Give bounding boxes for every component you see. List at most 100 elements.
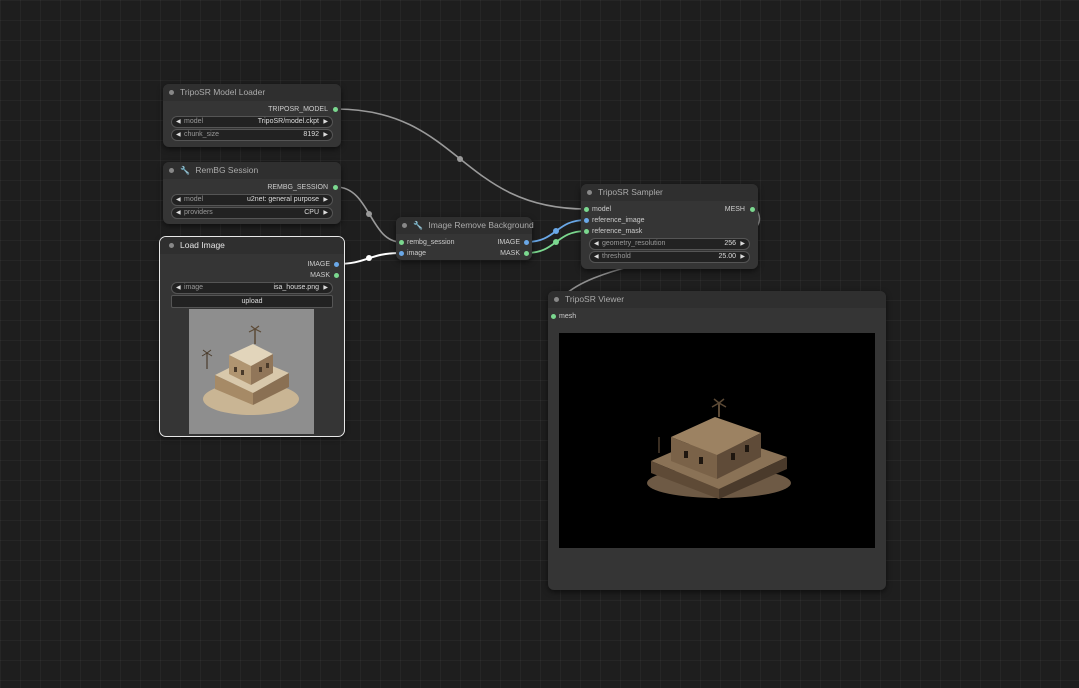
input-label-model: model [592, 206, 612, 213]
output-port-triposr-model[interactable] [333, 107, 338, 112]
output-port-mesh[interactable] [750, 207, 755, 212]
widget-value: 256 [724, 240, 736, 247]
node-title-bar[interactable]: 🔧 RemBG Session [163, 162, 341, 179]
widget-label: geometry_resolution [602, 240, 666, 247]
input-port-image[interactable] [399, 251, 404, 256]
output-label-image: IMAGE [307, 261, 330, 268]
arrow-left-icon[interactable]: ◀ [176, 130, 181, 140]
arrow-right-icon[interactable]: ▶ [740, 252, 745, 262]
arrow-right-icon[interactable]: ▶ [323, 195, 328, 205]
output-label-image: IMAGE [497, 239, 520, 246]
wire-midpoint [457, 156, 463, 162]
wrench-icon: 🔧 [180, 166, 190, 175]
widget-label: model [184, 118, 204, 125]
wire-model-to-sampler [335, 108, 587, 210]
input-label-rembg-session: rembg_session [407, 239, 455, 246]
arrow-right-icon[interactable]: ▶ [740, 239, 745, 249]
widget-model[interactable]: ◀ model u2net: general purpose ▶ [171, 194, 333, 206]
collapse-dot-icon[interactable] [554, 297, 559, 302]
arrow-left-icon[interactable]: ◀ [176, 117, 181, 127]
input-port-mesh[interactable] [551, 314, 556, 319]
output-port-mask[interactable] [524, 251, 529, 256]
mesh-render-graphic [647, 398, 791, 499]
widget-label: chunk_size [184, 131, 220, 138]
input-label-mesh: mesh [559, 313, 577, 320]
output-port-image[interactable] [334, 262, 339, 267]
widget-model[interactable]: ◀ model TripoSR/model.ckpt ▶ [171, 116, 333, 128]
wire-mask-to-sampler [526, 230, 587, 254]
input-label-image: image [407, 250, 427, 257]
wire-rembg-to-removebg [335, 186, 402, 243]
node-title-bar[interactable]: Load Image [160, 237, 344, 254]
image-preview [189, 309, 314, 434]
arrow-left-icon[interactable]: ◀ [594, 239, 599, 249]
widget-value: 8192 [303, 131, 319, 138]
wire-midpoint [366, 255, 372, 261]
collapse-dot-icon[interactable] [402, 223, 407, 228]
widget-value: TripoSR/model.ckpt [257, 118, 319, 125]
node-title-bar[interactable]: TripoSR Sampler [581, 184, 758, 201]
widget-geometry-resolution[interactable]: ◀ geometry_resolution 256 ▶ [589, 238, 750, 250]
arrow-left-icon[interactable]: ◀ [176, 208, 181, 218]
output-label-mesh: MESH [724, 206, 745, 213]
arrow-left-icon[interactable]: ◀ [176, 195, 181, 205]
collapse-dot-icon[interactable] [169, 90, 174, 95]
node-title: Image Remove Background [428, 220, 534, 230]
widget-value: CPU [304, 209, 319, 216]
widget-value: 25.00 [718, 253, 736, 260]
node-title-bar[interactable]: TripoSR Viewer [548, 291, 886, 308]
input-port-reference-image[interactable] [584, 218, 589, 223]
widget-chunk-size[interactable]: ◀ chunk_size 8192 ▶ [171, 129, 333, 141]
node-title: TripoSR Sampler [598, 187, 663, 197]
node-triposr-viewer[interactable]: TripoSR Viewer mesh [548, 291, 886, 590]
widget-threshold[interactable]: ◀ threshold 25.00 ▶ [589, 251, 750, 263]
widget-label: image [184, 284, 204, 291]
widget-image[interactable]: ◀ image isa_house.png ▶ [171, 282, 333, 294]
output-port-rembg-session[interactable] [333, 185, 338, 190]
wrench-icon: 🔧 [413, 221, 423, 230]
widget-value: isa_house.png [273, 284, 319, 291]
widget-label: providers [184, 209, 213, 216]
house-preview-graphic [201, 325, 299, 415]
input-port-reference-mask[interactable] [584, 229, 589, 234]
widget-value: u2net: general purpose [247, 196, 319, 203]
widget-providers[interactable]: ◀ providers CPU ▶ [171, 207, 333, 219]
input-label-reference-mask: reference_mask [592, 228, 643, 235]
arrow-right-icon[interactable]: ▶ [323, 208, 328, 218]
collapse-dot-icon[interactable] [169, 243, 174, 248]
wire-image-to-sampler [526, 219, 587, 243]
node-image-remove-background[interactable]: 🔧 Image Remove Background rembg_session … [396, 217, 534, 260]
arrow-left-icon[interactable]: ◀ [176, 283, 181, 293]
node-triposr-sampler[interactable]: TripoSR Sampler model reference_image re… [581, 184, 758, 269]
widget-label: model [184, 196, 204, 203]
node-title-bar[interactable]: TripoSR Model Loader [163, 84, 341, 101]
node-rembg-session[interactable]: 🔧 RemBG Session REMBG_SESSION ◀ model u2… [163, 162, 341, 224]
arrow-right-icon[interactable]: ▶ [323, 283, 328, 293]
node-triposr-model-loader[interactable]: TripoSR Model Loader TRIPOSR_MODEL ◀ mod… [163, 84, 341, 147]
collapse-dot-icon[interactable] [587, 190, 592, 195]
input-port-model[interactable] [584, 207, 589, 212]
collapse-dot-icon[interactable] [169, 168, 174, 173]
output-port-mask[interactable] [334, 273, 339, 278]
node-title-bar[interactable]: 🔧 Image Remove Background [396, 217, 534, 234]
wire-midpoint [366, 211, 372, 217]
upload-button[interactable]: upload [171, 295, 333, 308]
node-title: RemBG Session [195, 165, 259, 175]
wire-midpoint [553, 239, 559, 245]
arrow-right-icon[interactable]: ▶ [323, 117, 328, 127]
output-label-mask: MASK [310, 272, 330, 279]
input-port-rembg-session[interactable] [399, 240, 404, 245]
node-title: Load Image [180, 240, 225, 250]
node-load-image[interactable]: Load Image IMAGE MASK ◀ image isa_house.… [159, 236, 345, 437]
node-title: TripoSR Viewer [565, 294, 625, 304]
node-title: TripoSR Model Loader [180, 87, 266, 97]
output-label-rembg-session: REMBG_SESSION [267, 184, 328, 191]
arrow-right-icon[interactable]: ▶ [323, 130, 328, 140]
3d-viewport[interactable] [559, 333, 875, 548]
output-port-image[interactable] [524, 240, 529, 245]
widget-label: threshold [602, 253, 631, 260]
output-label-triposr-model: TRIPOSR_MODEL [268, 106, 328, 113]
arrow-left-icon[interactable]: ◀ [594, 252, 599, 262]
wire-image-to-removebg [335, 252, 402, 265]
output-label-mask: MASK [500, 250, 520, 257]
